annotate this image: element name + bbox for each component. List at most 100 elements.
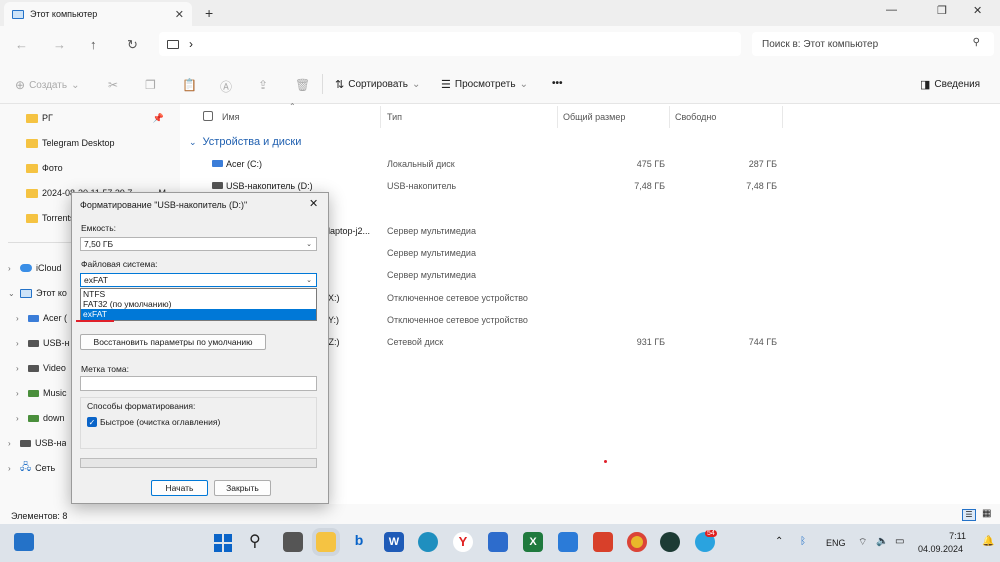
folder-icon xyxy=(26,138,38,148)
fs-option-exfat[interactable]: exFAT xyxy=(81,309,316,320)
chrome-icon[interactable] xyxy=(627,532,647,552)
excel-icon[interactable]: X xyxy=(523,532,543,552)
new-tab-button[interactable]: + xyxy=(205,5,213,21)
dialog-close-icon[interactable]: ✕ xyxy=(309,197,318,210)
close-button[interactable]: Закрыть xyxy=(214,480,271,496)
chevron-right-icon[interactable]: › xyxy=(16,414,28,423)
clock-date[interactable]: 04.09.2024 xyxy=(918,544,963,554)
network-drive-icon xyxy=(28,414,39,422)
address-bar[interactable]: › xyxy=(159,32,741,56)
sidebar-item-network[interactable]: › 🖧 Сеть xyxy=(0,457,55,479)
column-header-free[interactable]: Свободно xyxy=(675,112,716,122)
format-options-label: Способы форматирования: xyxy=(87,401,196,411)
widgets-icon[interactable] xyxy=(14,533,34,551)
select-all-checkbox[interactable] xyxy=(203,111,213,121)
edge-icon[interactable] xyxy=(418,532,438,552)
sidebar-item-usb-d[interactable]: › USB-н xyxy=(0,332,69,354)
usb-drive-icon xyxy=(20,439,31,447)
column-separator[interactable] xyxy=(380,106,381,128)
view-button[interactable]: ☰ Просмотреть ⌄ xyxy=(441,78,528,91)
delete-icon[interactable]: 🗑 xyxy=(295,78,310,92)
column-separator[interactable] xyxy=(782,106,783,128)
chevron-down-icon: ⌄ xyxy=(306,277,312,284)
notepad-icon[interactable] xyxy=(558,532,578,552)
copy-icon[interactable]: ❐ xyxy=(145,78,156,92)
up-button[interactable]: ↑ xyxy=(90,37,97,52)
chevron-right-icon[interactable]: › xyxy=(16,339,28,348)
chevron-right-icon[interactable]: › xyxy=(16,364,28,373)
back-button[interactable]: ← xyxy=(15,37,28,52)
yandex-browser-icon[interactable]: Y xyxy=(453,532,473,552)
create-button[interactable]: ⊕ Создать ⌄ xyxy=(15,78,79,92)
rename-icon[interactable]: Ⓐ xyxy=(220,78,232,95)
close-window-button[interactable]: ✕ xyxy=(973,4,982,17)
app-icon[interactable] xyxy=(660,532,680,552)
sidebar-item-music[interactable]: › Music xyxy=(0,382,67,404)
sidebar-item-telegram-desktop[interactable]: Telegram Desktop xyxy=(0,132,170,154)
column-separator[interactable] xyxy=(557,106,558,128)
table-row[interactable]: Acer (C:) Локальный диск 475 ГБ 287 ГБ xyxy=(190,154,790,176)
fs-option-fat32[interactable]: FAT32 (по умолчанию) xyxy=(81,299,316,309)
volume-label-input[interactable] xyxy=(80,376,317,391)
paste-icon[interactable]: 📋 xyxy=(182,78,197,92)
status-bar: Элементов: 8 ☰ ▦ xyxy=(0,504,1000,524)
fs-option-ntfs[interactable]: NTFS xyxy=(81,289,316,299)
tab-this-pc[interactable]: Этот компьютер ✕ xyxy=(4,2,192,26)
sidebar-item-usb-root[interactable]: › USB-на xyxy=(0,432,66,454)
clock-time[interactable]: 7:11 xyxy=(933,531,966,541)
cut-icon[interactable]: ✂ xyxy=(108,78,118,92)
column-header-total[interactable]: Общий размер xyxy=(563,112,625,122)
details-view-icon[interactable]: ☰ xyxy=(962,509,976,521)
details-button[interactable]: ◨ Сведения xyxy=(920,78,980,91)
wifi-icon[interactable]: ⌔ xyxy=(858,536,867,549)
share-icon[interactable]: ⇪ xyxy=(258,78,268,92)
group-header-devices[interactable]: ⌄ Устройства и диски xyxy=(189,136,301,148)
chevron-down-icon[interactable]: ⌄ xyxy=(8,289,20,298)
bluetooth-icon[interactable]: ᛒ xyxy=(800,536,806,547)
column-separator[interactable] xyxy=(669,106,670,128)
sidebar-item-icloud[interactable]: › iCloud xyxy=(0,257,62,279)
restore-defaults-button[interactable]: Восстановить параметры по умолчанию xyxy=(80,334,266,350)
word-icon[interactable]: W xyxy=(384,532,404,552)
chevron-right-icon[interactable]: › xyxy=(8,439,20,448)
chevron-right-icon[interactable]: › xyxy=(8,264,20,273)
close-tab-icon[interactable]: ✕ xyxy=(175,8,184,21)
calendar-icon[interactable] xyxy=(488,532,508,552)
volume-icon[interactable]: 🔈 xyxy=(876,536,888,547)
tiles-view-icon[interactable]: ▦ xyxy=(982,508,991,519)
sidebar-item-rg[interactable]: РГ 📌 xyxy=(0,107,170,129)
chevron-right-icon[interactable]: › xyxy=(8,464,20,473)
refresh-button[interactable]: ↻ xyxy=(127,37,138,53)
search-input[interactable]: Поиск в: Этот компьютер ⚲ xyxy=(752,32,994,56)
tab-title: Этот компьютер xyxy=(30,9,98,19)
chevron-right-icon[interactable]: › xyxy=(16,389,28,398)
search-icon[interactable]: ⚲ xyxy=(249,531,261,551)
bing-icon[interactable]: b xyxy=(349,532,369,552)
column-header-name[interactable]: Имя xyxy=(222,112,240,122)
language-indicator[interactable]: ENG xyxy=(826,538,846,548)
file-explorer-icon[interactable] xyxy=(316,532,336,552)
sidebar-item-acer[interactable]: › Acer ( xyxy=(0,307,67,329)
minimize-button[interactable]: — xyxy=(886,4,897,16)
more-options-button[interactable]: ••• xyxy=(552,78,563,89)
sidebar-item-video[interactable]: › Video xyxy=(0,357,66,379)
task-view-icon[interactable] xyxy=(283,532,303,552)
chevron-right-icon[interactable]: › xyxy=(16,314,28,323)
filesystem-select[interactable]: exFAT ⌄ xyxy=(80,273,317,287)
forward-button[interactable]: → xyxy=(53,37,66,52)
start-button[interactable]: Начать xyxy=(151,480,208,496)
notification-icon[interactable]: 🔔 xyxy=(982,536,994,547)
sort-button[interactable]: ⇅ Сортировать ⌄ xyxy=(335,78,420,91)
maximize-button[interactable]: ❐ xyxy=(937,4,947,17)
column-header-type[interactable]: Тип xyxy=(387,112,402,122)
quick-format-checkbox[interactable]: ✓ Быстрое (очистка оглавления) xyxy=(87,417,220,427)
sidebar-item-downloads[interactable]: › down xyxy=(0,407,65,429)
sidebar-item-photo[interactable]: Фото xyxy=(0,157,170,179)
start-icon[interactable] xyxy=(214,534,232,552)
battery-icon[interactable]: ▭ xyxy=(895,536,904,547)
breadcrumb-chevron-icon[interactable]: › xyxy=(189,37,193,51)
todoist-icon[interactable] xyxy=(593,532,613,552)
capacity-select[interactable]: 7,50 ГБ ⌄ xyxy=(80,237,317,251)
chevron-up-icon[interactable]: ⌃ xyxy=(775,536,783,547)
sidebar-item-this-pc[interactable]: ⌄ Этот кo xyxy=(0,282,67,304)
